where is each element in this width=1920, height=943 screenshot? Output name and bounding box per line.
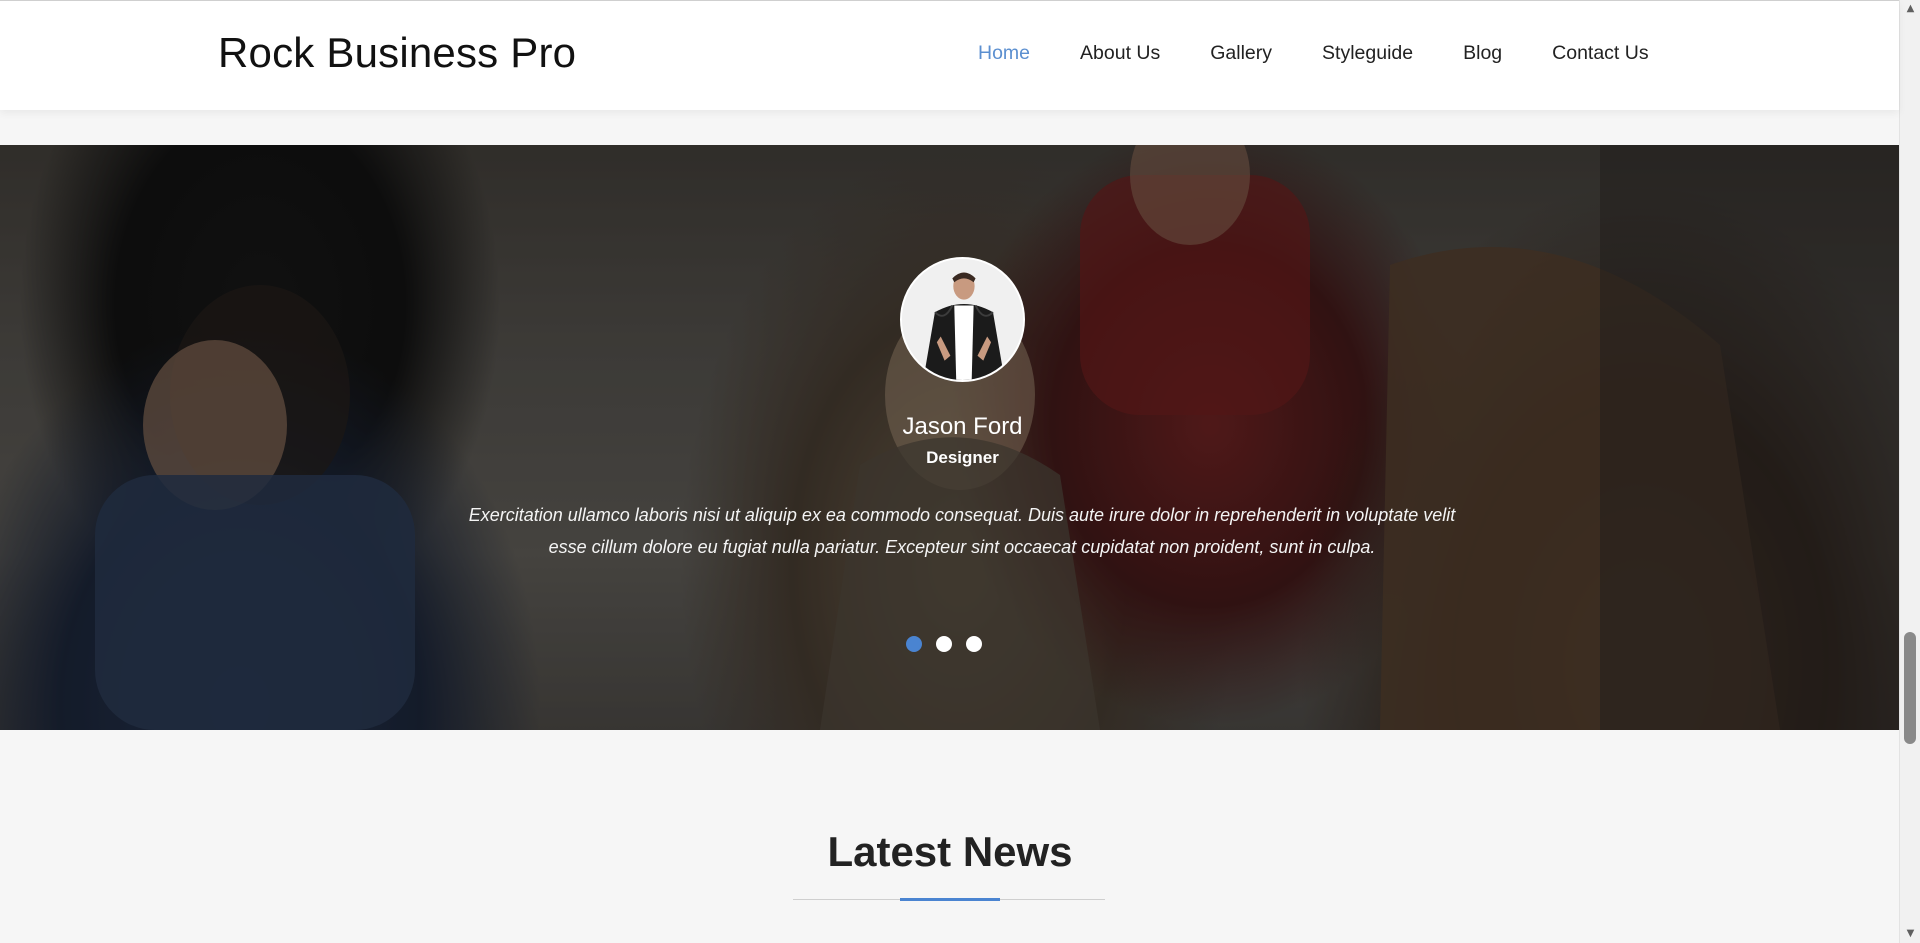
- testimonial-section: Jason Ford Designer Exercitation ullamco…: [0, 145, 1899, 730]
- scroll-down-arrow-icon[interactable]: ▼: [1900, 925, 1920, 943]
- carousel-dot-3[interactable]: [966, 636, 982, 652]
- person-portrait-image: [902, 259, 1023, 380]
- nav-blog[interactable]: Blog: [1463, 42, 1502, 65]
- testimonial-avatar: [900, 257, 1025, 382]
- testimonial-role: Designer: [926, 448, 999, 467]
- scroll-up-arrow-icon[interactable]: ▲: [1900, 0, 1920, 18]
- site-logo-link[interactable]: Rock Business Pro: [218, 29, 576, 77]
- nav-home[interactable]: Home: [978, 42, 1030, 65]
- page-scrollbar[interactable]: ▲ ▼: [1899, 0, 1920, 943]
- page: Rock Business Pro Home About Us Gallery …: [0, 0, 1920, 943]
- carousel-dot-1[interactable]: [906, 636, 922, 652]
- testimonial-name: Jason Ford: [902, 413, 1023, 440]
- nav-styleguide[interactable]: Styleguide: [1322, 42, 1413, 65]
- testimonial-slide: Jason Ford Designer Exercitation ullamco…: [0, 145, 1899, 730]
- site-header: Rock Business Pro Home About Us Gallery …: [0, 0, 1899, 110]
- nav-about-us[interactable]: About Us: [1080, 42, 1160, 65]
- carousel-dot-2[interactable]: [936, 636, 952, 652]
- heading-divider-accent: [900, 898, 1000, 901]
- nav-gallery[interactable]: Gallery: [1210, 42, 1272, 65]
- main-nav: Home About Us Gallery Styleguide Blog Co…: [978, 42, 1699, 65]
- latest-news-heading: Latest News: [827, 828, 1073, 875]
- nav-contact-us[interactable]: Contact Us: [1552, 42, 1648, 65]
- testimonial-quote: Exercitation ullamco laboris nisi ut ali…: [468, 505, 1456, 557]
- scrollbar-thumb[interactable]: [1904, 632, 1916, 744]
- carousel-dots: [906, 636, 996, 652]
